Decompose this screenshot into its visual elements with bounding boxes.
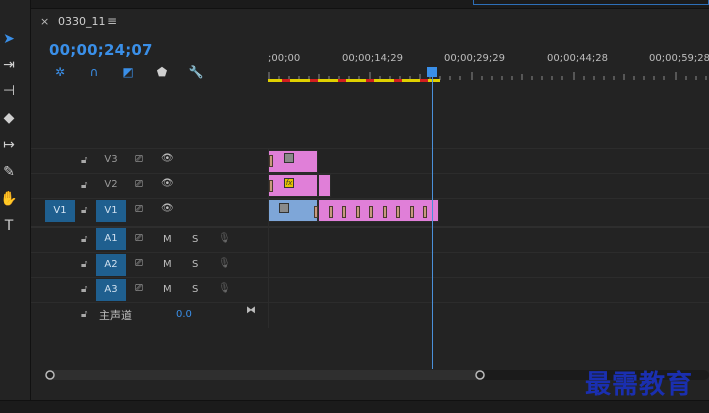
- insert-nest-icon[interactable]: ✲: [52, 64, 68, 80]
- eye-icon[interactable]: 👁︎: [161, 153, 174, 164]
- lock-icon[interactable]: 🔓︎: [81, 309, 87, 320]
- sync-lock-icon[interactable]: ⎚: [135, 283, 143, 294]
- fx-badge: fx: [284, 178, 294, 188]
- lock-icon[interactable]: 🔓︎: [81, 284, 87, 295]
- fx-badge: [284, 153, 294, 163]
- selection-tool-icon[interactable]: ➤: [0, 29, 18, 49]
- snap-magnet-icon[interactable]: ∩: [86, 64, 102, 80]
- clip-handle: [342, 206, 346, 218]
- track-row-a1: [31, 226, 709, 251]
- settings-wrench-icon[interactable]: 🔧: [188, 64, 204, 80]
- sync-lock-icon[interactable]: ⎚: [135, 233, 143, 244]
- clip-v1-sequence[interactable]: [314, 199, 439, 222]
- linked-selection-icon[interactable]: ◩: [120, 64, 136, 80]
- razor-tool-icon[interactable]: ◆: [0, 108, 18, 128]
- track-target-a2[interactable]: A2: [96, 254, 126, 276]
- clip-handle: [269, 155, 273, 167]
- playhead-line: [432, 74, 433, 369]
- clip-handle: [410, 206, 414, 218]
- sync-lock-icon[interactable]: ⎚: [135, 258, 143, 269]
- track-row-master: [31, 302, 709, 327]
- close-tab-icon[interactable]: ×: [40, 15, 49, 28]
- pen-tool-icon[interactable]: ✎: [0, 162, 18, 182]
- lock-icon[interactable]: 🔓︎: [81, 180, 87, 191]
- track-target-v1[interactable]: V1: [96, 200, 126, 222]
- track-target-a1[interactable]: A1: [96, 228, 126, 250]
- microphone-icon[interactable]: 🎙︎: [218, 258, 231, 269]
- fx-badge: [279, 203, 289, 213]
- track-target-v2[interactable]: V2: [96, 174, 126, 196]
- sync-lock-icon[interactable]: ⎚: [135, 179, 143, 190]
- lock-icon[interactable]: 🔓︎: [81, 205, 87, 216]
- solo-button[interactable]: S: [192, 284, 198, 295]
- source-patch-v1[interactable]: V1: [45, 200, 75, 222]
- track-select-tool-icon[interactable]: ⇥: [0, 55, 18, 75]
- clip-handle: [369, 206, 373, 218]
- ruler-label: 00;00;14;29: [342, 53, 404, 64]
- track-row-v3: [31, 148, 709, 173]
- track-row-a3: [31, 277, 709, 302]
- ruler-label: 00;00;44;28: [547, 53, 609, 64]
- sequence-tab-title[interactable]: 0330_11: [58, 15, 106, 28]
- lock-icon[interactable]: 🔓︎: [81, 155, 87, 166]
- clip-handle: [396, 206, 400, 218]
- mute-button[interactable]: M: [163, 284, 172, 295]
- master-track-label: 主声道: [99, 309, 132, 322]
- sync-lock-icon[interactable]: ⎚: [135, 154, 143, 165]
- adjacent-panel-frame: [473, 0, 709, 5]
- track-target-v3[interactable]: V3: [96, 149, 126, 171]
- clip-v2-b[interactable]: [318, 174, 331, 197]
- watermark-text: 最需教育: [585, 370, 694, 400]
- status-bar: [0, 400, 709, 413]
- mute-button[interactable]: M: [163, 259, 172, 270]
- ripple-edit-tool-icon[interactable]: ⊣: [0, 81, 18, 101]
- clip-handle: [269, 180, 273, 192]
- eye-icon[interactable]: 👁︎: [161, 203, 174, 214]
- ruler-label: ;00;00: [268, 53, 301, 64]
- lock-icon[interactable]: 🔓︎: [81, 259, 87, 270]
- tools-panel: ➤ ⇥ ⊣ ◆ ↦ ✎ ✋ T: [0, 0, 31, 413]
- eye-icon[interactable]: 👁︎: [161, 178, 174, 189]
- microphone-icon[interactable]: 🎙︎: [218, 233, 231, 244]
- lock-icon[interactable]: 🔓︎: [81, 234, 87, 245]
- playhead-timecode[interactable]: 00;00;24;07: [49, 41, 153, 59]
- type-tool-icon[interactable]: T: [0, 216, 18, 236]
- clip-handle: [314, 206, 318, 218]
- clip-handle: [383, 206, 387, 218]
- track-row-a2: [31, 252, 709, 277]
- ruler-label: 00;00;59;28: [649, 53, 709, 64]
- sync-lock-icon[interactable]: ⎚: [135, 204, 143, 215]
- track-target-a3[interactable]: A3: [96, 279, 126, 301]
- playhead-handle[interactable]: [427, 67, 437, 77]
- clip-v3[interactable]: [268, 150, 318, 173]
- panel-menu-icon[interactable]: ≡: [107, 14, 117, 28]
- clip-handle: [329, 206, 333, 218]
- ruler-label: 00;00;29;29: [444, 53, 506, 64]
- hand-tool-icon[interactable]: ✋: [0, 189, 18, 209]
- solo-button[interactable]: S: [192, 259, 198, 270]
- solo-button[interactable]: S: [192, 234, 198, 245]
- master-volume-value[interactable]: 0.0: [176, 309, 192, 320]
- microphone-icon[interactable]: 🎙︎: [218, 283, 231, 294]
- slip-tool-icon[interactable]: ↦: [0, 135, 18, 155]
- clip-handle: [356, 206, 360, 218]
- go-to-edit-point-icon[interactable]: ⧓: [246, 305, 256, 316]
- track-row-v2: [31, 173, 709, 198]
- render-bar: [268, 79, 440, 82]
- clip-handle: [423, 206, 427, 218]
- clip-v2[interactable]: fx: [268, 174, 318, 197]
- add-marker-icon[interactable]: ⬟: [154, 64, 170, 80]
- mute-button[interactable]: M: [163, 234, 172, 245]
- clip-v1[interactable]: [268, 199, 318, 222]
